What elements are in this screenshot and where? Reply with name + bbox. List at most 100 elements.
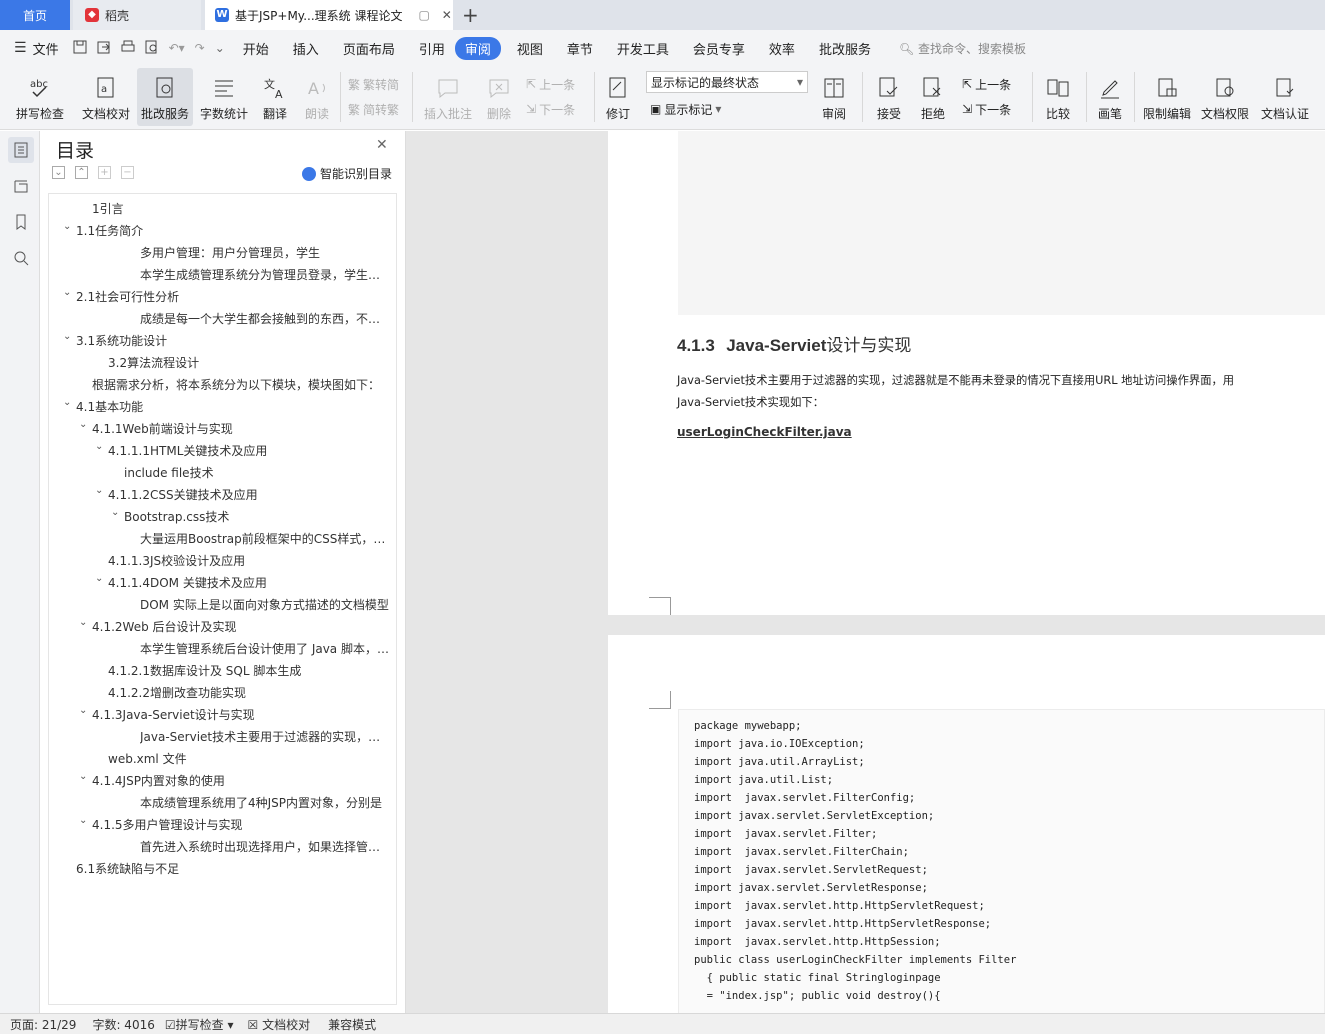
review-pane-button[interactable]: 审阅: [816, 68, 852, 126]
toc-item[interactable]: 1.1任务简介: [76, 220, 389, 242]
search-icon[interactable]: [8, 245, 34, 271]
menu-member[interactable]: 会员专享: [693, 39, 745, 58]
accept-button[interactable]: 接受: [870, 68, 908, 126]
toc-collapse-chevron-icon[interactable]: ⌄: [79, 815, 87, 826]
toc-collapse-chevron-icon[interactable]: ⌄: [95, 485, 103, 496]
toc-item[interactable]: 2.1社会可行性分析: [76, 286, 389, 308]
toc-item[interactable]: 4.1.1.1HTML关键技术及应用: [108, 440, 389, 462]
restrict-edit-button[interactable]: 限制编辑: [1140, 68, 1194, 126]
close-tab-icon[interactable]: ✕: [442, 8, 452, 22]
menu-start[interactable]: 开始: [243, 39, 269, 58]
menu-chapter[interactable]: 章节: [567, 39, 593, 58]
toc-collapse-chevron-icon[interactable]: ⌄: [63, 397, 71, 408]
reject-button[interactable]: 拒绝: [914, 68, 952, 126]
prev-comment-button[interactable]: ⇱ 上一条: [526, 73, 575, 95]
translate-button[interactable]: 文A 翻译: [255, 68, 295, 126]
tab-daoke[interactable]: ◆ 稻壳: [73, 0, 201, 30]
toc-item[interactable]: 3.1系统功能设计: [76, 330, 389, 352]
menu-page-layout[interactable]: 页面布局: [343, 39, 395, 58]
toc-item[interactable]: Java-Serviet技术主要用于过滤器的实现，过滤器就是: [140, 726, 389, 748]
toc-item[interactable]: 4.1.2Web 后台设计及实现: [92, 616, 389, 638]
doc-permission-button[interactable]: 文档权限: [1198, 68, 1252, 126]
toc-item[interactable]: 4.1基本功能: [76, 396, 389, 418]
print-preview-icon[interactable]: [145, 40, 159, 57]
toc-item[interactable]: include file技术: [124, 462, 389, 484]
toc-item[interactable]: 4.1.5多用户管理设计与实现: [92, 814, 389, 836]
toc-item[interactable]: 4.1.4JSP内置对象的使用: [92, 770, 389, 792]
toc-item[interactable]: DOM 实际上是以面向对象方式描述的文档模型: [140, 594, 389, 616]
toc-item[interactable]: 根据需求分析，将本系统分为以下模块，模块图如下：: [92, 374, 389, 396]
toc-item[interactable]: 4.1.1.2CSS关键技术及应用: [108, 484, 389, 506]
toc-collapse-chevron-icon[interactable]: ⌄: [63, 221, 71, 232]
new-tab-icon[interactable]: +: [462, 3, 479, 27]
menu-dev-tools[interactable]: 开发工具: [617, 39, 669, 58]
collapse-all-icon[interactable]: ⌄: [52, 166, 65, 179]
remove-item-icon[interactable]: −: [121, 166, 134, 179]
toc-item[interactable]: 3.2算法流程设计: [108, 352, 389, 374]
undo-icon[interactable]: ↶▾: [169, 41, 185, 55]
toc-item[interactable]: 4.1.2.2增删改查功能实现: [108, 682, 389, 704]
spell-check-button[interactable]: abc 拼写检查: [10, 68, 70, 126]
proofread-status[interactable]: ☒ 文档校对: [247, 1016, 310, 1033]
toc-item[interactable]: 4.1.3Java-Serviet设计与实现: [92, 704, 389, 726]
toc-collapse-chevron-icon[interactable]: ⌄: [63, 331, 71, 342]
toc-item[interactable]: 本学生管理系统后台设计使用了 Java 脚本，连接: [140, 638, 389, 660]
correction-service-button[interactable]: 批改服务: [137, 68, 193, 126]
save-icon[interactable]: [73, 40, 87, 57]
export-icon[interactable]: [97, 40, 111, 57]
add-item-icon[interactable]: +: [98, 166, 111, 179]
toc-item[interactable]: 4.1.2.1数据库设计及 SQL 脚本生成: [108, 660, 389, 682]
word-count-button[interactable]: 字数统计: [198, 68, 250, 126]
delete-comment-button[interactable]: 删除: [480, 68, 518, 126]
toc-item[interactable]: Bootstrap.css技术: [124, 506, 389, 528]
hamburger-icon[interactable]: ☰: [14, 40, 27, 56]
toc-collapse-chevron-icon[interactable]: ⌄: [79, 771, 87, 782]
menu-review[interactable]: 审阅: [454, 36, 501, 60]
word-count[interactable]: 字数: 4016: [92, 1016, 154, 1033]
customize-icon[interactable]: ⌄: [215, 41, 225, 55]
search-command[interactable]: 🔍︎ 查找命令、搜索模板: [899, 40, 1026, 57]
trad-to-simp-button[interactable]: 繁繁转简: [348, 73, 399, 95]
next-revision-button[interactable]: ⇲ 下一条: [962, 98, 1011, 120]
toc-collapse-chevron-icon[interactable]: ⌄: [95, 573, 103, 584]
menu-efficiency[interactable]: 效率: [769, 39, 795, 58]
toc-item[interactable]: 4.1.1.4DOM 关键技术及应用: [108, 572, 389, 594]
toc-collapse-chevron-icon[interactable]: ⌄: [95, 441, 103, 452]
expand-all-icon[interactable]: ⌃: [75, 166, 88, 179]
read-aloud-button[interactable]: A 朗读: [300, 68, 334, 126]
tab-home[interactable]: 首页: [0, 0, 70, 30]
toc-collapse-chevron-icon[interactable]: ⌄: [79, 419, 87, 430]
page-indicator[interactable]: 页面: 21/29: [10, 1016, 76, 1033]
toc-item[interactable]: 成绩是每一个大学生都会接触到的东西，不管是: [140, 308, 389, 330]
menu-insert[interactable]: 插入: [293, 39, 319, 58]
pin-icon[interactable]: ▢: [418, 8, 429, 22]
revise-button[interactable]: 修订: [600, 68, 636, 126]
compare-button[interactable]: 比较: [1038, 68, 1078, 126]
pen-button[interactable]: 画笔: [1092, 68, 1128, 126]
toc-item[interactable]: 6.1系统缺陷与不足: [76, 858, 389, 880]
doc-auth-button[interactable]: 文档认证: [1256, 68, 1314, 126]
bookmark-icon[interactable]: [8, 209, 34, 235]
toc-collapse-chevron-icon[interactable]: ⌄: [79, 705, 87, 716]
toc-collapse-chevron-icon[interactable]: ⌄: [63, 287, 71, 298]
toc-collapse-chevron-icon[interactable]: ⌄: [111, 507, 119, 518]
prev-revision-button[interactable]: ⇱ 上一条: [962, 73, 1011, 95]
toc-item[interactable]: 大量运用Boostrap前段框架中的CSS样式，例如: [140, 528, 389, 550]
toc-item[interactable]: 4.1.1.3JS校验设计及应用: [108, 550, 389, 572]
print-icon[interactable]: [121, 40, 135, 57]
markup-state-select[interactable]: 显示标记的最终状态 ▾: [646, 71, 808, 93]
simp-to-trad-button[interactable]: 繁简转繁: [348, 98, 399, 120]
toc-item[interactable]: 4.1.1Web前端设计与实现: [92, 418, 389, 440]
toc-item[interactable]: 多用户管理：用户分管理员，学生: [140, 242, 389, 264]
toc-item[interactable]: 本学生成绩管理系统分为管理员登录，学生登录，: [140, 264, 389, 286]
menu-view[interactable]: 视图: [517, 39, 543, 58]
chapter-nav-icon[interactable]: [8, 173, 34, 199]
tab-document[interactable]: W 基于JSP+My...理系统 课程论文 ▢ ✕: [205, 0, 453, 30]
toc-icon[interactable]: [8, 137, 34, 163]
menu-correction[interactable]: 批改服务: [819, 39, 871, 58]
redo-icon[interactable]: ↷: [195, 41, 205, 55]
insert-comment-button[interactable]: 插入批注: [420, 68, 476, 126]
show-marks-button[interactable]: ▣ 显示标记 ▾: [650, 98, 721, 120]
toc-collapse-chevron-icon[interactable]: ⌄: [79, 617, 87, 628]
toc-item[interactable]: 首先进入系统时出现选择用户，如果选择管理员: [140, 836, 389, 858]
